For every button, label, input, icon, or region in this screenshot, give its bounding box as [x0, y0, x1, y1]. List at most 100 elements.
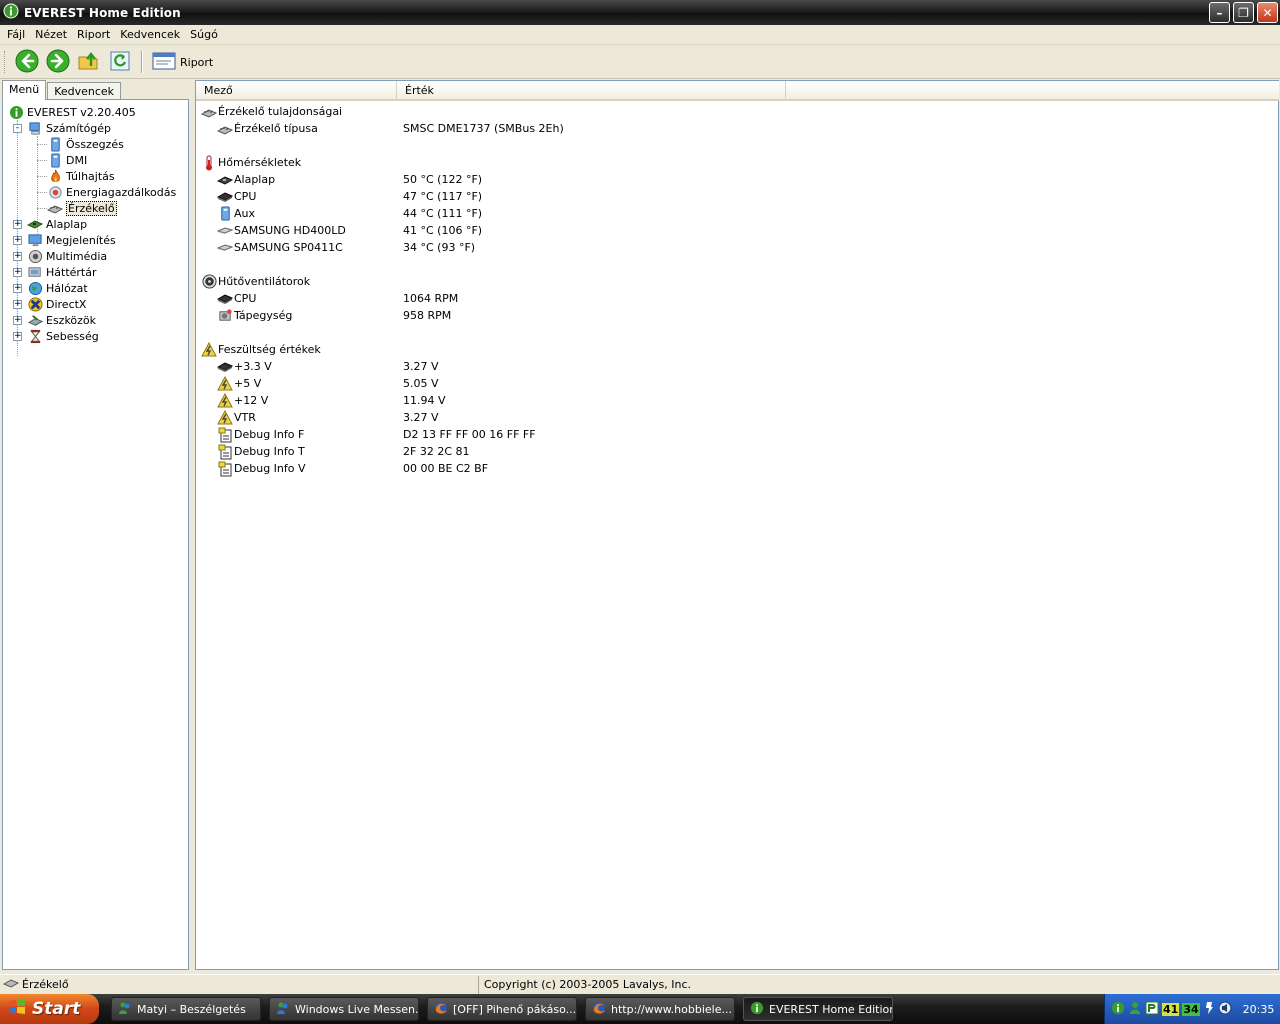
tree-item-power[interactable]: Energiagazdálkodás	[47, 184, 176, 200]
harddisk-icon	[217, 223, 233, 239]
taskbar-item[interactable]: Windows Live Messen...	[269, 997, 419, 1021]
column-header-value[interactable]: Érték	[397, 81, 786, 101]
voltage-icon	[201, 342, 217, 358]
list-row[interactable]: CPU	[217, 188, 256, 205]
tree-item-storage[interactable]: Háttértár	[27, 264, 97, 280]
close-icon: ✕	[1262, 5, 1273, 20]
tree-item-benchmark[interactable]: Sebesség	[27, 328, 99, 344]
tray-temperature-2[interactable]: 34	[1182, 1002, 1200, 1016]
collapse-computer-button[interactable]: -	[13, 124, 22, 133]
tab-favorites[interactable]: Kedvencek	[47, 82, 122, 100]
tree-item-overclock[interactable]: Túlhajtás	[47, 168, 115, 184]
expand-display-button[interactable]: +	[13, 236, 22, 245]
toolbar-grip[interactable]	[4, 51, 7, 73]
speaker-tray-icon[interactable]	[1218, 1001, 1232, 1018]
row-label: SAMSUNG HD400LD	[234, 224, 346, 237]
menu-report[interactable]: Riport	[72, 28, 115, 41]
tree-item-sensor[interactable]: Érzékelő	[47, 200, 117, 216]
forward-icon	[46, 49, 70, 76]
up-button[interactable]	[75, 48, 103, 76]
row-label: Debug Info T	[234, 445, 305, 458]
windows-logo-icon	[8, 998, 26, 1021]
title-bar[interactable]: EVEREST Home Edition – ❐ ✕	[0, 0, 1280, 25]
tree-item-summary[interactable]: Összegzés	[47, 136, 124, 152]
tree-item-network[interactable]: Hálózat	[27, 280, 88, 296]
list-row[interactable]: Debug Info T	[217, 443, 305, 460]
messenger-tray-icon[interactable]	[1128, 1001, 1142, 1018]
taskbar-item[interactable]: [OFF] Pihenő pákáso...	[427, 997, 577, 1021]
status-current-label: Érzékelő	[22, 978, 69, 991]
list-row[interactable]: VTR	[217, 409, 256, 426]
navigation-tree[interactable]: EVEREST v2.20.405 - Számítógép Összegzés…	[2, 99, 189, 970]
close-button[interactable]: ✕	[1257, 2, 1278, 23]
list-row[interactable]: +3.3 V	[217, 358, 272, 375]
details-list[interactable]: Mező Érték Érzékelő tulajdonságai Érzéke…	[195, 80, 1279, 970]
expand-motherboard-button[interactable]: +	[13, 220, 22, 229]
expand-directx-button[interactable]: +	[13, 300, 22, 309]
list-row[interactable]: Aux	[217, 205, 255, 222]
refresh-button[interactable]	[106, 48, 134, 76]
section-header[interactable]: Érzékelő tulajdonságai	[201, 103, 342, 120]
menu-file[interactable]: Fájl	[2, 28, 30, 41]
tray-temperature-1[interactable]: 41	[1162, 1002, 1180, 1016]
tree-item-label: Sebesség	[46, 329, 99, 343]
list-row[interactable]: SAMSUNG SP0411C	[217, 239, 343, 256]
column-header-field[interactable]: Mező	[196, 81, 397, 101]
toolbar-separator	[141, 51, 143, 73]
tab-menu[interactable]: Menü	[2, 80, 47, 100]
expand-multimedia-button[interactable]: +	[13, 252, 22, 261]
list-row[interactable]: Debug Info V	[217, 460, 306, 477]
everest-tray-icon[interactable]	[1111, 1001, 1125, 1018]
expand-devices-button[interactable]: +	[13, 316, 22, 325]
expand-benchmark-button[interactable]: +	[13, 332, 22, 341]
taskbar-item[interactable]: http://www.hobbiele...	[585, 997, 735, 1021]
network-tray-icon[interactable]	[1145, 1001, 1159, 1018]
list-row[interactable]: Alaplap	[217, 171, 275, 188]
list-row[interactable]: +5 V	[217, 375, 261, 392]
list-row[interactable]: Tápegység	[217, 307, 292, 324]
minimize-button[interactable]: –	[1209, 2, 1230, 23]
everest-icon	[750, 1001, 764, 1018]
row-label: SAMSUNG SP0411C	[234, 241, 343, 254]
taskbar-item-active[interactable]: EVEREST Home Edition	[743, 997, 893, 1021]
devices-icon	[27, 312, 43, 328]
flame-icon	[47, 168, 63, 184]
tree-item-directx[interactable]: DirectX	[27, 296, 86, 312]
tree-item-display[interactable]: Megjelenítés	[27, 232, 116, 248]
menu-view[interactable]: Nézet	[30, 28, 72, 41]
expand-network-button[interactable]: +	[13, 284, 22, 293]
harddisk-icon	[217, 240, 233, 256]
tree-item-label: Eszközök	[46, 313, 97, 327]
section-header[interactable]: Hűtőventilátorok	[201, 273, 310, 290]
clock[interactable]: 20:35	[1243, 1003, 1275, 1016]
menu-favorites[interactable]: Kedvencek	[115, 28, 185, 41]
list-row[interactable]: +12 V	[217, 392, 268, 409]
monitor-icon	[27, 232, 43, 248]
list-row[interactable]: SAMSUNG HD400LD	[217, 222, 346, 239]
start-button[interactable]: Start	[0, 994, 99, 1024]
back-button[interactable]	[13, 48, 41, 76]
tree-root[interactable]: EVEREST v2.20.405	[8, 104, 136, 120]
section-header[interactable]: Hőmérsékletek	[201, 154, 301, 171]
list-row[interactable]: CPU	[217, 290, 256, 307]
tree-item-dmi[interactable]: DMI	[47, 152, 87, 168]
report-button[interactable]: Riport	[149, 50, 216, 75]
tree-item-computer[interactable]: Számítógép	[27, 120, 111, 136]
row-value: D2 13 FF FF 00 16 FF FF	[403, 428, 536, 441]
list-row[interactable]: Érzékelő típusa	[217, 120, 318, 137]
forward-button[interactable]	[44, 48, 72, 76]
expand-storage-button[interactable]: +	[13, 268, 22, 277]
info-tray-icon[interactable]	[1203, 1001, 1215, 1018]
menu-help[interactable]: Súgó	[185, 28, 223, 41]
tree-item-multimedia[interactable]: Multimédia	[27, 248, 107, 264]
tree-item-motherboard[interactable]: Alaplap	[27, 216, 87, 232]
taskbar-item[interactable]: Matyi – Beszélgetés	[111, 997, 261, 1021]
section-header[interactable]: Feszültség értékek	[201, 341, 321, 358]
row-label: Alaplap	[234, 173, 276, 186]
list-row[interactable]: Debug Info F	[217, 426, 304, 443]
tree-item-devices[interactable]: Eszközök	[27, 312, 96, 328]
maximize-button[interactable]: ❐	[1233, 2, 1254, 23]
tree-item-label: Megjelenítés	[46, 233, 116, 247]
row-value: 41 °C (106 °F)	[403, 224, 483, 237]
taskbar-item-label: [OFF] Pihenő pákáso...	[453, 1002, 577, 1016]
